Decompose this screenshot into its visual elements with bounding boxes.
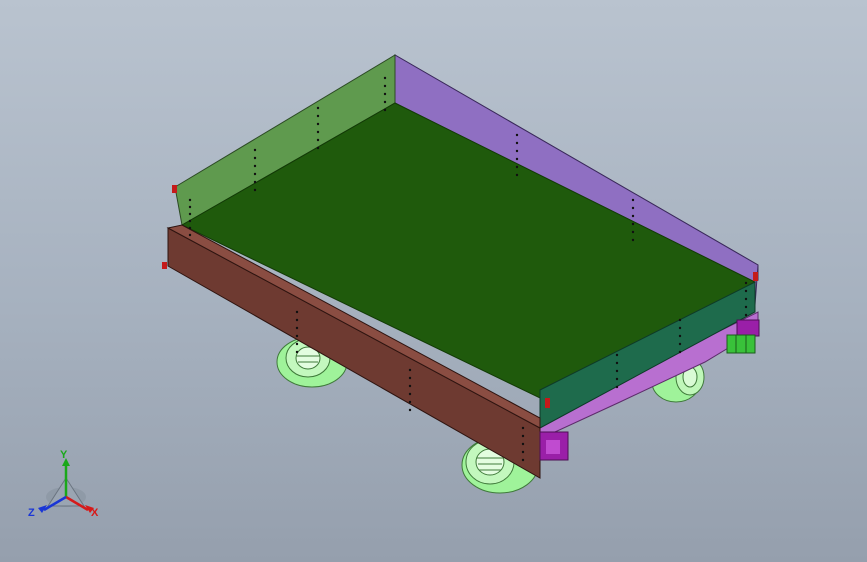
3d-viewport[interactable]: Y X Z — [0, 0, 867, 562]
y-axis-label: Y — [60, 449, 68, 461]
coordinate-triad[interactable]: Y X Z — [28, 449, 99, 519]
rear-bracket — [726, 334, 756, 354]
x-axis-label: X — [91, 507, 99, 519]
z-axis-label: Z — [28, 507, 35, 519]
cart-model[interactable]: Y X Z — [0, 0, 867, 562]
